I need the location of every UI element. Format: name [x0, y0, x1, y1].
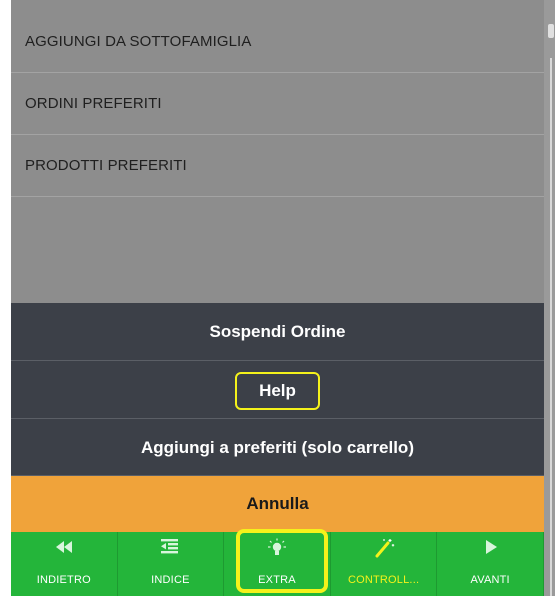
list-item-label: PRODOTTI PREFERITI: [25, 157, 187, 174]
tab-forward[interactable]: AVANTI: [437, 532, 544, 596]
app-frame: AGGIUNGI DA SOTTOFAMIGLIA ORDINI PREFERI…: [0, 0, 555, 596]
tab-label: AVANTI: [470, 574, 510, 586]
list-item-label: AGGIUNGI DA SOTTOFAMIGLIA: [25, 33, 252, 50]
tab-label: CONTROLL...: [347, 574, 420, 586]
tab-index[interactable]: INDICE: [118, 532, 225, 596]
list-item-label: ORDINI PREFERITI: [25, 95, 162, 112]
play-forward-icon: [437, 538, 543, 560]
list-item-favorite-orders[interactable]: ORDINI PREFERITI: [11, 73, 544, 135]
add-to-favorites-button[interactable]: Aggiungi a preferiti (solo carrello): [11, 419, 544, 476]
tab-extra[interactable]: EXTRA: [224, 532, 331, 596]
action-sheet: Sospendi Ordine Help Aggiungi a preferit…: [11, 303, 544, 532]
bottom-tab-bar: INDIETRO INDICE EXTRA CONTROLL... AVANTI: [11, 529, 544, 596]
help-label: Help: [235, 371, 320, 410]
tab-label: INDICE: [151, 574, 190, 586]
help-button[interactable]: Help: [11, 361, 544, 419]
left-edge: [0, 0, 11, 596]
list-indent-icon: [118, 538, 224, 560]
rewind-icon: [11, 538, 117, 560]
magic-wand-icon: [331, 538, 437, 560]
tab-label: EXTRA: [258, 574, 296, 586]
tab-label: INDIETRO: [36, 574, 91, 586]
tab-controls[interactable]: CONTROLL...: [331, 532, 438, 596]
cancel-button[interactable]: Annulla: [11, 476, 544, 532]
scrollbar[interactable]: [544, 0, 555, 596]
scroll-thumb[interactable]: [548, 24, 554, 38]
cancel-label: Annulla: [246, 494, 309, 513]
suspend-order-button[interactable]: Sospendi Ordine: [11, 303, 544, 361]
list-item-add-from-subfamily[interactable]: AGGIUNGI DA SOTTOFAMIGLIA: [11, 11, 544, 73]
scroll-track: [550, 58, 552, 596]
suspend-order-label: Sospendi Ordine: [209, 322, 346, 341]
screen-content: AGGIUNGI DA SOTTOFAMIGLIA ORDINI PREFERI…: [11, 0, 544, 596]
list-empty-area: [11, 197, 544, 303]
add-to-favorites-label: Aggiungi a preferiti (solo carrello): [141, 438, 414, 457]
lightbulb-icon: [224, 538, 330, 560]
tab-back[interactable]: INDIETRO: [11, 532, 118, 596]
list-item-favorite-products[interactable]: PRODOTTI PREFERITI: [11, 135, 544, 197]
